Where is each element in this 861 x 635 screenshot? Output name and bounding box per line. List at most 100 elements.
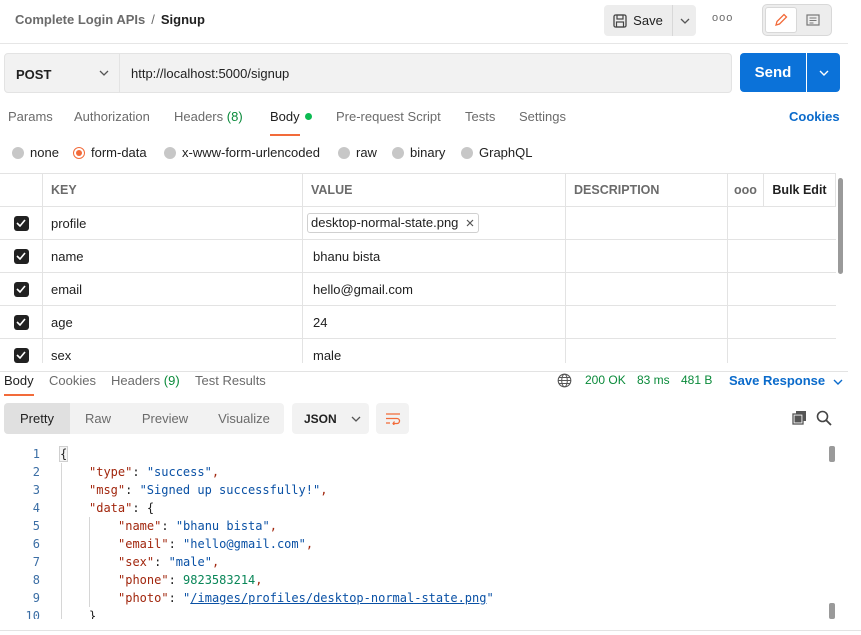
code-line[interactable]: { xyxy=(58,446,69,462)
value-cell[interactable]: bhanu bista xyxy=(303,240,566,272)
line-number: 4 xyxy=(32,501,40,515)
response-body-viewer[interactable]: 1 { 2 "type": "success", 3 "msg": "Signe… xyxy=(0,445,830,619)
format-select-value: JSON xyxy=(304,411,337,426)
row-checkbox[interactable] xyxy=(13,281,29,297)
save-response-button[interactable]: Save Response xyxy=(729,373,843,388)
code-line[interactable]: "photo": "/images/profiles/desktop-norma… xyxy=(118,591,494,605)
radio-none[interactable]: none xyxy=(12,145,59,160)
row-checkbox[interactable] xyxy=(13,215,29,231)
save-button-group: Save xyxy=(604,5,696,36)
tab-pre-request-script[interactable]: Pre-request Script xyxy=(336,109,441,124)
column-header-value: VALUE xyxy=(303,174,566,206)
description-cell[interactable] xyxy=(566,207,728,239)
response-tab-headers[interactable]: Headers (9) xyxy=(111,373,180,388)
method-select[interactable]: POST xyxy=(4,53,120,93)
globe-icon[interactable] xyxy=(557,373,572,388)
send-button[interactable]: Send xyxy=(740,53,806,92)
response-time[interactable]: 83 ms xyxy=(637,373,670,387)
code-line[interactable]: "email": "hello@gmail.com", xyxy=(118,537,313,551)
response-size[interactable]: 481 B xyxy=(681,373,712,387)
status-code[interactable]: 200 OK xyxy=(585,373,626,387)
breadcrumb-request-name[interactable]: Signup xyxy=(161,12,205,27)
cookies-link[interactable]: Cookies xyxy=(789,109,840,124)
code-scrollbar-top[interactable] xyxy=(829,446,835,462)
search-icon[interactable] xyxy=(816,410,832,426)
value-cell[interactable]: 24 xyxy=(303,306,566,338)
key-cell[interactable]: sex xyxy=(42,339,303,363)
description-cell[interactable] xyxy=(566,339,728,363)
save-options-button[interactable] xyxy=(672,5,696,36)
format-select[interactable]: JSON xyxy=(292,403,369,434)
column-options-button[interactable]: ooo xyxy=(728,174,764,206)
code-line[interactable]: "phone": 9823583214, xyxy=(118,573,263,587)
row-checkbox-cell xyxy=(0,273,42,305)
save-button[interactable]: Save xyxy=(604,5,672,36)
more-actions-button[interactable]: ooo xyxy=(712,12,733,24)
table-row: name bhanu bista xyxy=(0,240,836,273)
code-line[interactable]: "sex": "male", xyxy=(118,555,219,569)
code-scrollbar-bottom[interactable] xyxy=(829,603,835,619)
radio-graphql[interactable]: GraphQL xyxy=(461,145,532,160)
tab-settings[interactable]: Settings xyxy=(519,109,566,124)
code-line[interactable]: "type": "success", xyxy=(89,465,219,479)
view-pretty-button[interactable]: Pretty xyxy=(4,403,70,434)
tab-headers[interactable]: Headers (8) xyxy=(174,109,243,124)
row-checkbox[interactable] xyxy=(13,347,29,363)
value-cell[interactable]: male xyxy=(303,339,566,363)
response-tab-test-results[interactable]: Test Results xyxy=(195,373,266,388)
copy-icon[interactable] xyxy=(792,410,807,425)
key-cell[interactable]: profile xyxy=(42,207,303,239)
key-cell[interactable]: name xyxy=(42,240,303,272)
tab-params[interactable]: Params xyxy=(8,109,53,124)
response-tab-body[interactable]: Body xyxy=(4,373,34,388)
documentation-mode-button[interactable] xyxy=(797,7,829,33)
column-header-key: KEY xyxy=(42,174,303,206)
table-row: profile desktop-normal-state.png xyxy=(0,207,836,240)
row-checkbox-cell xyxy=(0,339,42,363)
response-tab-cookies[interactable]: Cookies xyxy=(49,373,96,388)
check-icon xyxy=(16,252,26,260)
tab-tests[interactable]: Tests xyxy=(465,109,495,124)
code-line[interactable]: "data": { xyxy=(89,501,154,515)
send-options-button[interactable] xyxy=(807,53,840,92)
response-tab-headers-count: (9) xyxy=(163,373,180,388)
value-cell[interactable]: desktop-normal-state.png xyxy=(303,207,566,239)
code-line[interactable]: "msg": "Signed up successfully!", xyxy=(89,483,327,497)
tab-body[interactable]: Body xyxy=(270,109,312,124)
chevron-down-icon xyxy=(819,70,828,76)
breadcrumb-collection[interactable]: Complete Login APIs xyxy=(15,12,145,27)
indent-guide xyxy=(61,463,62,619)
description-cell[interactable] xyxy=(566,306,728,338)
row-checkbox[interactable] xyxy=(13,248,29,264)
edit-mode-button[interactable] xyxy=(765,7,798,33)
table-scrollbar[interactable] xyxy=(838,178,843,274)
view-preview-button[interactable]: Preview xyxy=(126,403,204,434)
code-line[interactable]: "name": "bhanu bista", xyxy=(118,519,277,533)
radio-x-www-form-urlencoded[interactable]: x-www-form-urlencoded xyxy=(164,145,320,160)
description-cell[interactable] xyxy=(566,240,728,272)
view-visualize-button[interactable]: Visualize xyxy=(204,403,284,434)
row-checkbox[interactable] xyxy=(13,314,29,330)
radio-form-data[interactable]: form-data xyxy=(73,145,147,160)
column-header-description: DESCRIPTION xyxy=(566,174,728,206)
save-label: Save xyxy=(633,13,663,28)
radio-raw[interactable]: raw xyxy=(338,145,377,160)
bulk-edit-button[interactable]: Bulk Edit xyxy=(764,174,836,206)
close-icon[interactable] xyxy=(466,219,474,227)
key-cell[interactable]: email xyxy=(42,273,303,305)
radio-circle xyxy=(12,146,24,159)
description-cell[interactable] xyxy=(566,273,728,305)
url-input[interactable] xyxy=(120,53,732,93)
radio-label: binary xyxy=(410,145,446,160)
wrap-lines-button[interactable] xyxy=(376,403,409,434)
code-line[interactable]: } xyxy=(89,609,96,619)
radio-binary[interactable]: binary xyxy=(392,145,445,160)
value-cell[interactable]: hello@gmail.com xyxy=(303,273,566,305)
view-raw-button[interactable]: Raw xyxy=(70,403,126,434)
radio-label: GraphQL xyxy=(479,145,533,160)
tab-authorization[interactable]: Authorization xyxy=(74,109,150,124)
status-bar xyxy=(0,630,861,635)
key-cell[interactable]: age xyxy=(42,306,303,338)
row-checkbox-cell xyxy=(0,306,42,338)
radio-circle xyxy=(164,146,176,159)
